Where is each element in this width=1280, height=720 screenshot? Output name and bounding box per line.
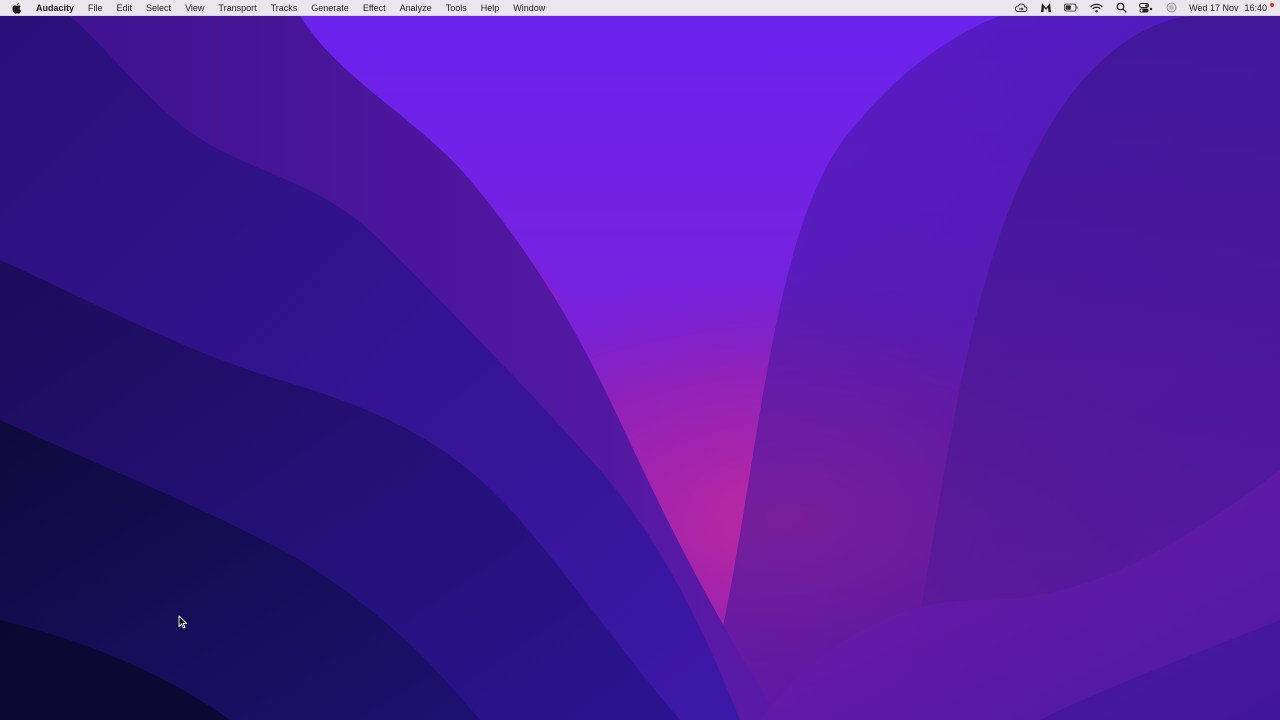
- menu-effect[interactable]: Effect: [363, 0, 386, 16]
- recording-indicator: [1270, 2, 1274, 7]
- menu-bar-clock[interactable]: Wed 17 Nov 16:40: [1189, 3, 1267, 13]
- menu-generate[interactable]: Generate: [311, 0, 349, 16]
- malwarebytes-icon[interactable]: [1039, 2, 1053, 14]
- clock-time: 16:40: [1244, 2, 1267, 13]
- wallpaper-art: [0, 0, 1280, 720]
- menu-view[interactable]: View: [185, 0, 204, 16]
- menu-window[interactable]: Window: [513, 0, 545, 16]
- battery-icon[interactable]: [1064, 2, 1078, 14]
- menu-bar: Audacity File Edit Select View Transport…: [0, 0, 1280, 16]
- menu-analyze[interactable]: Analyze: [400, 0, 432, 16]
- menu-edit[interactable]: Edit: [117, 0, 133, 16]
- menu-bar-status: Wed 17 Nov 16:40: [1014, 0, 1274, 16]
- menu-tracks[interactable]: Tracks: [271, 0, 298, 16]
- desktop-wallpaper: [0, 0, 1280, 720]
- menu-select[interactable]: Select: [146, 0, 171, 16]
- wifi-icon[interactable]: [1089, 2, 1103, 14]
- mouse-pointer-icon: [178, 615, 188, 629]
- app-name-menu[interactable]: Audacity: [36, 0, 74, 16]
- siri-icon[interactable]: [1164, 2, 1178, 14]
- menu-bar-left: Audacity File Edit Select View Transport…: [12, 0, 559, 16]
- spotlight-search-icon[interactable]: [1114, 2, 1128, 14]
- apple-logo-icon[interactable]: [12, 2, 24, 14]
- control-center-icon[interactable]: [1139, 2, 1153, 14]
- menu-help[interactable]: Help: [481, 0, 500, 16]
- menu-tools[interactable]: Tools: [446, 0, 467, 16]
- menu-file[interactable]: File: [88, 0, 103, 16]
- menu-transport[interactable]: Transport: [218, 0, 256, 16]
- clock-date: Wed 17 Nov: [1189, 2, 1239, 13]
- cloud-sync-icon[interactable]: [1014, 2, 1028, 14]
